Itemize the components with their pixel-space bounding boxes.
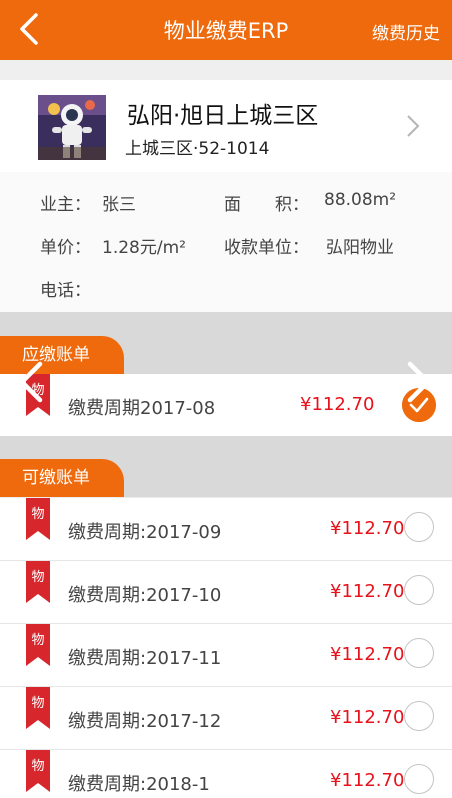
- bill-row[interactable]: 物 缴费周期:2017-12 ¥112.70: [0, 687, 452, 750]
- property-name: 弘阳·旭日上城三区: [127, 103, 319, 129]
- phone-label: 电话：: [40, 281, 91, 301]
- bill-period: 缴费周期2017-08: [68, 398, 216, 419]
- bill-row[interactable]: 物 缴费周期:2017-10 ¥112.70: [0, 561, 452, 624]
- payable-bills-header: 可缴账单: [0, 436, 452, 497]
- tag-label: 物: [31, 696, 45, 711]
- property-card[interactable]: 弘阳·旭日上城三区 上城三区·52-1014: [0, 80, 452, 173]
- tag-label: 物: [31, 570, 45, 585]
- unchecked-radio[interactable]: [404, 764, 434, 794]
- chevron-right-icon: [407, 115, 420, 137]
- bill-amount: ¥112.70: [330, 707, 405, 728]
- tag-label: 物: [31, 759, 45, 774]
- payee-label: 收款单位：: [224, 238, 309, 258]
- bill-period: 缴费周期:2017-11: [68, 648, 222, 669]
- bill-row-due[interactable]: 物 缴费周期2017-08 ¥112.70: [0, 374, 452, 437]
- bill-period: 缴费周期:2017-09: [68, 522, 222, 543]
- unchecked-radio[interactable]: [404, 701, 434, 731]
- property-unit: 上城三区·52-1014: [125, 139, 270, 159]
- bill-period: 缴费周期:2018-1: [68, 774, 210, 795]
- bill-row[interactable]: 物 缴费周期:2017-11 ¥112.70: [0, 624, 452, 687]
- bill-amount: ¥112.70: [330, 518, 405, 539]
- bill-row[interactable]: 物 缴费周期:2017-09 ¥112.70: [0, 498, 452, 561]
- carousel-prev-icon[interactable]: [14, 360, 50, 404]
- due-bills-header: 应缴账单: [0, 312, 452, 374]
- owner-value: 张三: [102, 195, 136, 215]
- price-value: 1.28元/m²: [102, 238, 186, 258]
- payable-bills-title: 可缴账单: [0, 459, 124, 497]
- price-label: 单价：: [40, 238, 91, 258]
- spacer: [0, 60, 452, 80]
- tag-label: 物: [31, 633, 45, 648]
- tag-label: 物: [31, 507, 45, 522]
- area-label: 面 积：: [224, 195, 309, 215]
- bill-amount: ¥112.70: [330, 644, 405, 665]
- owner-label: 业主：: [40, 195, 91, 215]
- unchecked-radio[interactable]: [404, 575, 434, 605]
- payee-value: 弘阳物业: [326, 238, 394, 258]
- top-bar: 物业缴费ERP 缴费历史: [0, 0, 452, 60]
- unchecked-radio[interactable]: [404, 638, 434, 668]
- property-info: 业主： 张三 面 积： 88.08m² 单价： 1.28元/m² 收款单位： 弘…: [0, 172, 452, 312]
- unchecked-radio[interactable]: [404, 512, 434, 542]
- bill-amount: ¥112.70: [330, 770, 405, 791]
- bill-period: 缴费周期:2017-10: [68, 585, 222, 606]
- bill-period: 缴费周期:2017-12: [68, 711, 222, 732]
- astronaut-avatar: [38, 95, 106, 160]
- bill-row[interactable]: 物 缴费周期:2018-1 ¥112.70: [0, 750, 452, 798]
- payment-history-link[interactable]: 缴费历史: [372, 19, 440, 44]
- carousel-next-icon[interactable]: [400, 360, 436, 404]
- bill-amount: ¥112.70: [300, 394, 375, 415]
- area-value: 88.08m²: [324, 190, 397, 210]
- bill-amount: ¥112.70: [330, 581, 405, 602]
